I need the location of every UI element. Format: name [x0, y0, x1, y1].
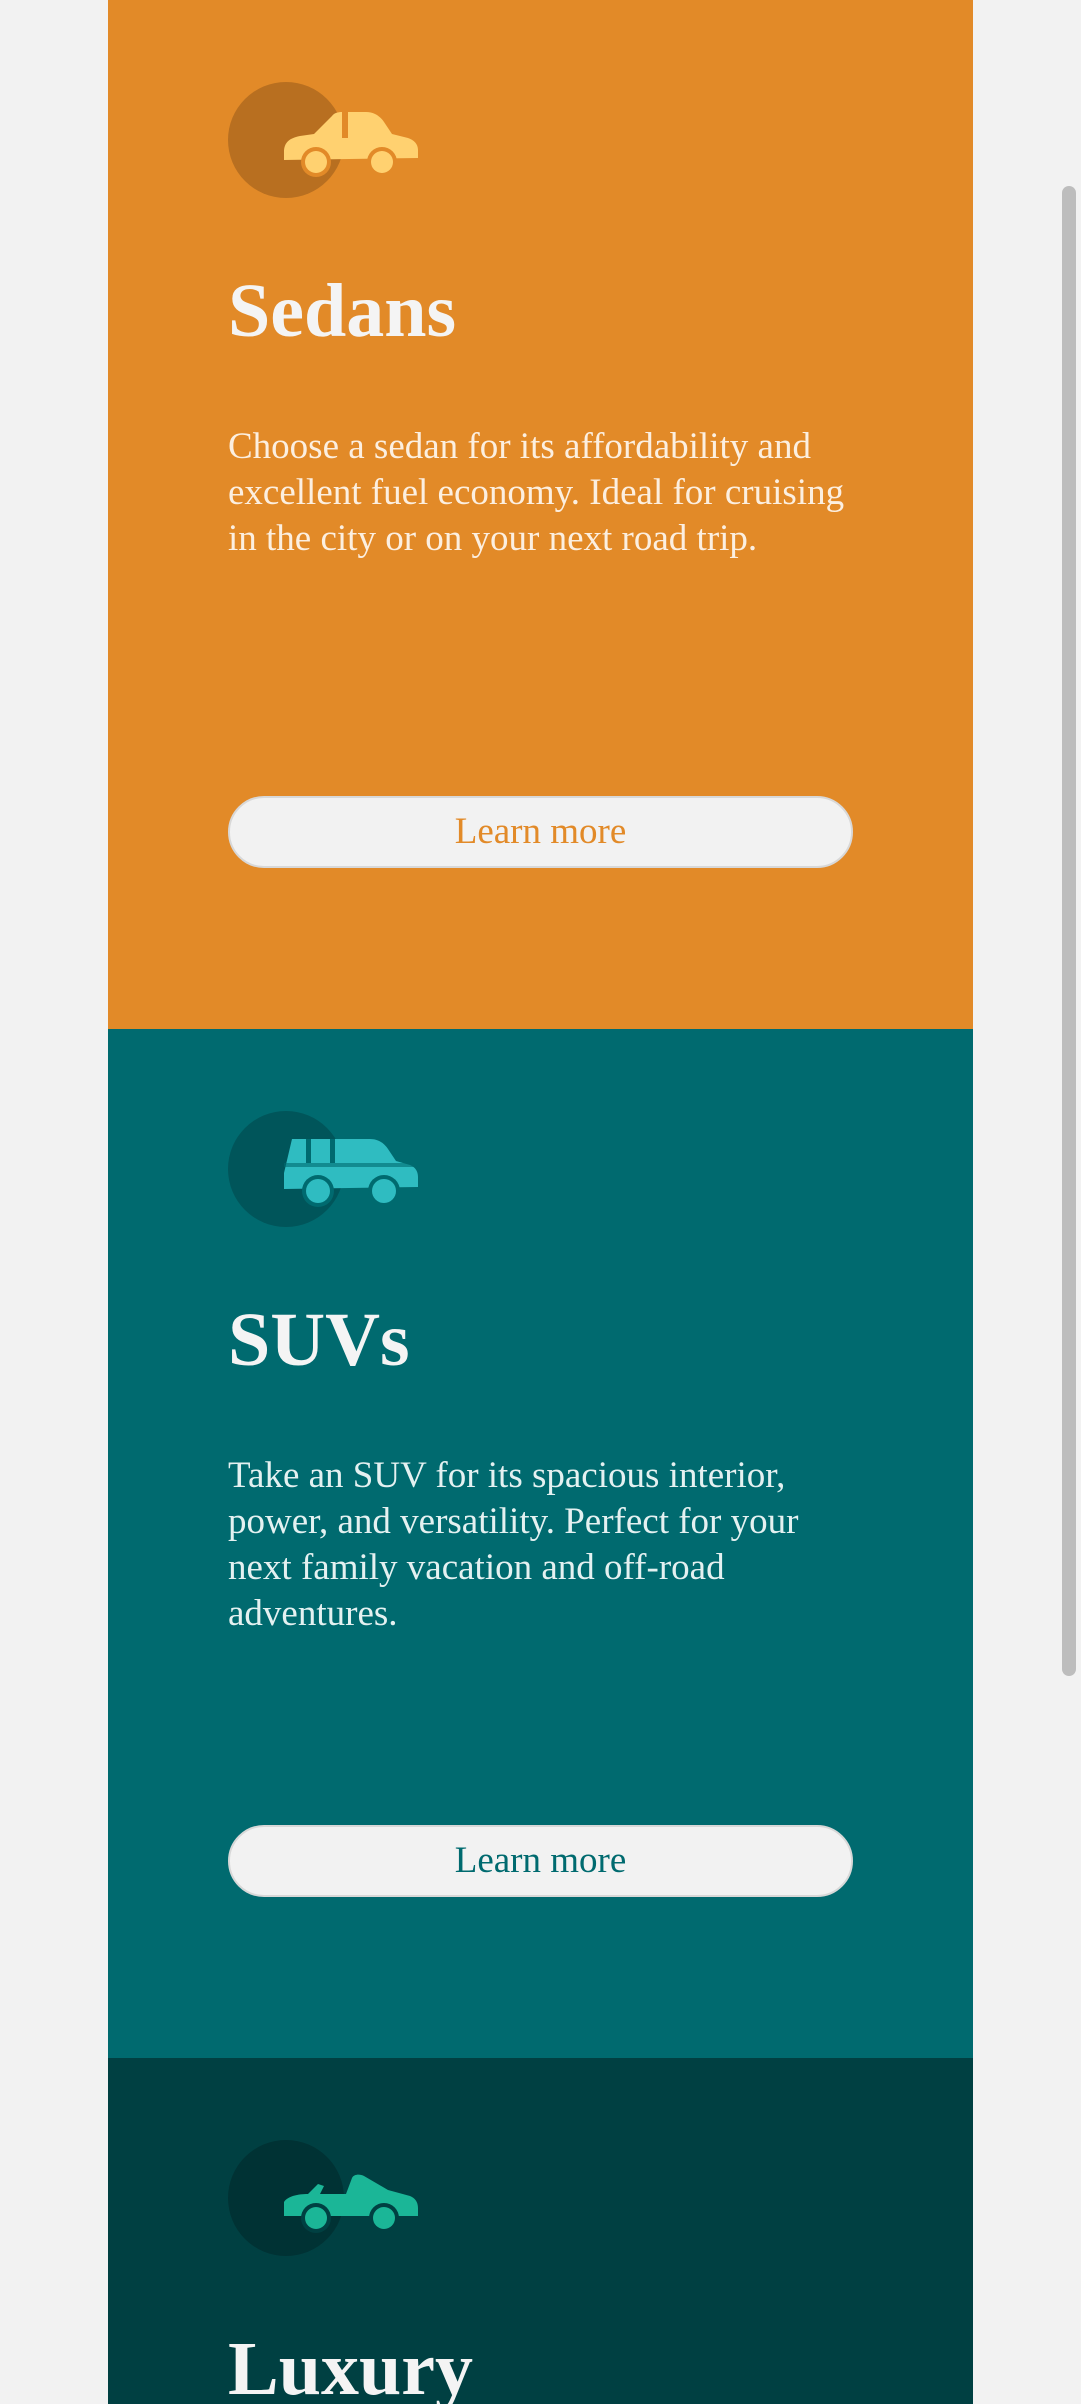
luxury-card: Luxury: [108, 2058, 973, 2404]
suvs-card: SUVs Take an SUV for its spacious interi…: [108, 1029, 973, 2058]
sedan-icon-container: [228, 82, 418, 200]
card-title: Sedans: [228, 269, 457, 353]
luxury-convertible-icon: [284, 2174, 418, 2233]
card-description: Take an SUV for its spacious interior, p…: [228, 1455, 799, 1634]
card-title: Luxury: [228, 2327, 473, 2404]
luxury-icon-container: [228, 2140, 418, 2258]
suv-icon-container: [228, 1111, 418, 1229]
learn-more-button[interactable]: Learn more: [228, 796, 853, 868]
sedan-car-icon: [284, 112, 418, 177]
card-title: SUVs: [228, 1298, 410, 1382]
card-column: Sedans Choose a sedan for its affordabil…: [108, 0, 973, 2404]
sedans-card: Sedans Choose a sedan for its affordabil…: [108, 0, 973, 1029]
learn-more-button[interactable]: Learn more: [228, 1825, 853, 1897]
card-description: Choose a sedan for its affordability and…: [228, 426, 845, 559]
scrollbar-thumb[interactable]: [1062, 186, 1076, 1676]
suv-car-icon: [284, 1139, 418, 1207]
